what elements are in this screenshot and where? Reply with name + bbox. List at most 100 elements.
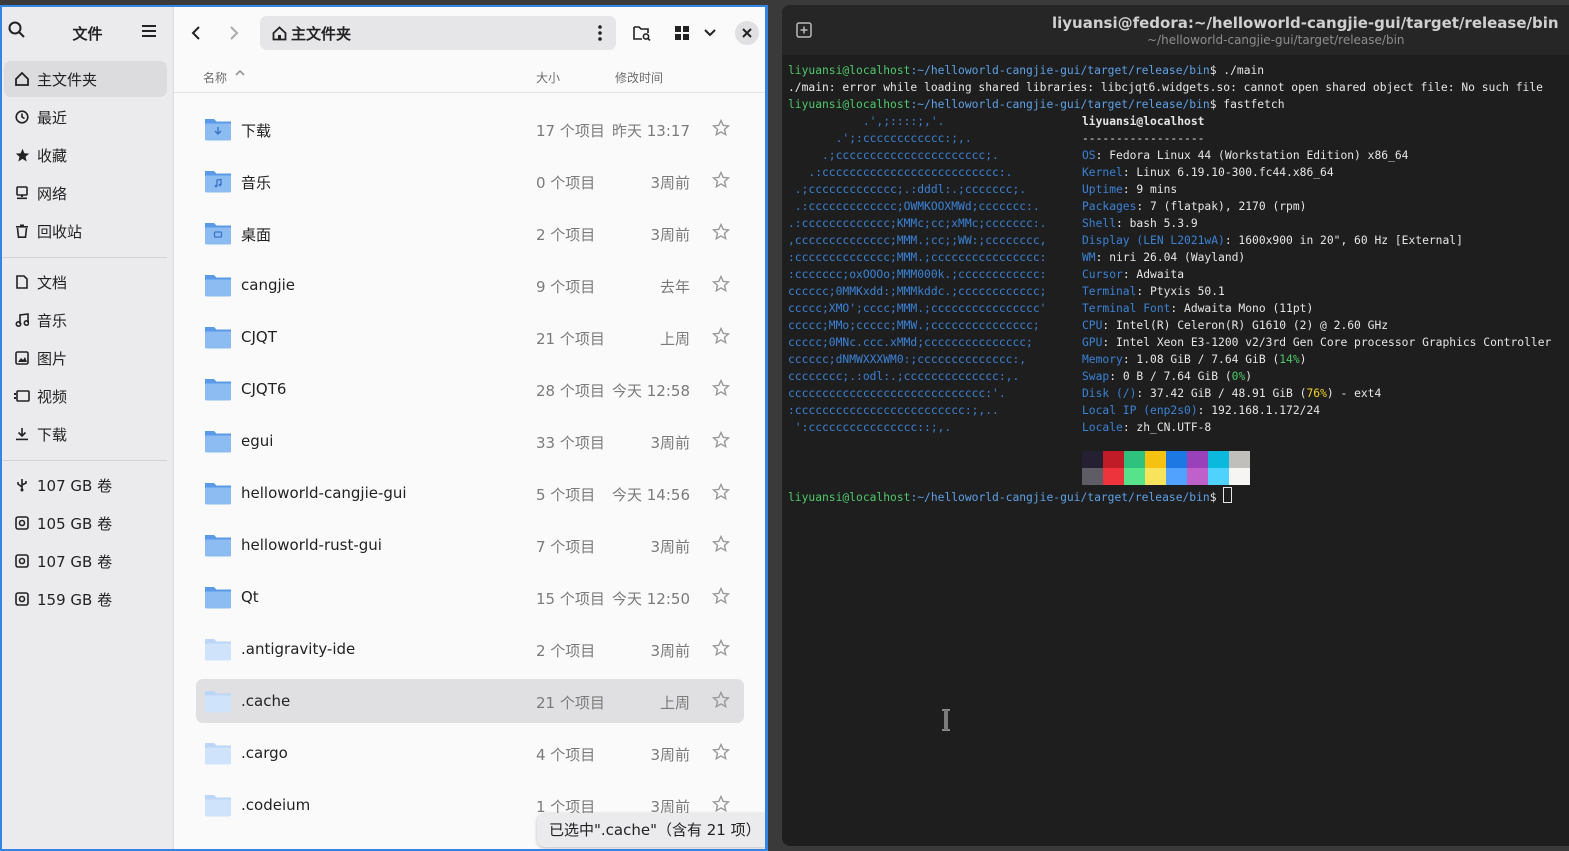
chevron-left-icon bbox=[191, 26, 200, 40]
hamburger-menu-icon[interactable] bbox=[141, 23, 157, 43]
sidebar-item-videos[interactable]: 视频 bbox=[4, 378, 167, 414]
star-toggle-icon[interactable] bbox=[711, 118, 731, 141]
folder-search-icon bbox=[633, 26, 651, 41]
ascii-logo-line: .';:cccccccccccc:;,. bbox=[788, 132, 972, 145]
star-toggle-icon[interactable] bbox=[711, 222, 731, 245]
file-name: helloworld-cangjie-gui bbox=[241, 484, 407, 502]
file-modified: 3周前 bbox=[650, 642, 690, 660]
sidebar-item-volume-4[interactable]: 159 GB 卷 bbox=[4, 581, 167, 617]
file-row[interactable]: helloworld-cangjie-gui 5 个项目 今天 14:56 bbox=[196, 471, 744, 515]
file-size: 17 个项目 bbox=[536, 122, 605, 140]
file-size: 33 个项目 bbox=[536, 434, 605, 452]
star-toggle-icon[interactable] bbox=[711, 690, 731, 713]
sidebar-item-documents[interactable]: 文档 bbox=[4, 264, 167, 300]
sidebar-item-pictures[interactable]: 图片 bbox=[4, 340, 167, 376]
star-toggle-icon[interactable] bbox=[711, 378, 731, 401]
sidebar-item-label: 文档 bbox=[37, 273, 68, 292]
file-name: egui bbox=[241, 432, 274, 450]
file-modified: 3周前 bbox=[650, 434, 690, 452]
star-toggle-icon[interactable] bbox=[711, 274, 731, 297]
column-name[interactable]: 名称 bbox=[203, 69, 227, 86]
folder-icon bbox=[204, 427, 232, 459]
star-toggle-icon[interactable] bbox=[711, 170, 731, 193]
star-toggle-icon[interactable] bbox=[711, 586, 731, 609]
file-name: CJQT6 bbox=[241, 380, 287, 398]
sidebar-item-music[interactable]: 音乐 bbox=[4, 302, 167, 338]
video-icon bbox=[12, 390, 32, 402]
ascii-logo-line: .:cccccccccccccccccccccccccc:. bbox=[788, 166, 1013, 179]
view-grid-button[interactable] bbox=[668, 19, 696, 47]
ascii-logo-line: ':cccccccccccccccc::;,. bbox=[788, 421, 952, 434]
file-row[interactable]: 下载 17 个项目 昨天 13:17 bbox=[196, 107, 744, 151]
info-value: : Intel(R) Celeron(R) G1610 (2) @ 2.60 G… bbox=[1102, 319, 1389, 332]
terminal-line[interactable]: liyuansi@localhost:~/helloworld-cangjie-… bbox=[788, 487, 1233, 506]
forward-button[interactable] bbox=[220, 19, 248, 47]
file-row[interactable]: CJQT6 28 个项目 今天 12:58 bbox=[196, 367, 744, 411]
star-toggle-icon[interactable] bbox=[711, 430, 731, 453]
star-toggle-icon[interactable] bbox=[711, 742, 731, 765]
sidebar-item-trash[interactable]: 回收站 bbox=[4, 213, 167, 249]
view-options-button[interactable] bbox=[696, 19, 724, 47]
file-row[interactable]: Qt 15 个项目 今天 12:50 bbox=[196, 575, 744, 619]
more-options-icon[interactable] bbox=[598, 25, 602, 45]
ascii-logo-line: .;ccccccccccccc;.:dddl:.;ccccccc;. bbox=[788, 183, 1027, 196]
new-tab-icon[interactable] bbox=[796, 22, 812, 42]
folder-icon bbox=[204, 791, 232, 823]
column-size[interactable]: 大小 bbox=[536, 69, 560, 86]
sidebar-item-label: 图片 bbox=[37, 349, 68, 368]
file-row[interactable]: egui 33 个项目 3周前 bbox=[196, 419, 744, 463]
path-bar[interactable]: 主文件夹 bbox=[260, 16, 616, 50]
info-percent: 76% bbox=[1306, 387, 1327, 400]
chevron-right-icon bbox=[230, 26, 239, 40]
ascii-logo-line: cccccccc;.:odl:.;cccccccccccccc:,. bbox=[788, 370, 1020, 383]
star-toggle-icon[interactable] bbox=[711, 638, 731, 661]
close-button[interactable] bbox=[735, 21, 759, 45]
fastfetch-separator: ------------------ bbox=[1082, 132, 1205, 145]
column-modified[interactable]: 修改时间 bbox=[615, 69, 663, 86]
fastfetch-disk: Disk (/): 37.42 GiB / 48.91 GiB (76%) - … bbox=[1082, 385, 1381, 402]
file-row[interactable]: helloworld-rust-gui 7 个项目 3周前 bbox=[196, 523, 744, 567]
fastfetch-info-line: Packages: 7 (flatpak), 2170 (rpm) bbox=[1082, 198, 1306, 215]
info-key: GPU bbox=[1082, 336, 1103, 349]
folder-icon bbox=[204, 583, 232, 615]
file-modified: 3周前 bbox=[650, 538, 690, 556]
file-row[interactable]: .cache 21 个项目 上周 bbox=[196, 679, 744, 723]
file-row[interactable]: .cargo 4 个项目 3周前 bbox=[196, 731, 744, 775]
sidebar-item-starred[interactable]: 收藏 bbox=[4, 137, 167, 173]
fastfetch-info-line: Cursor: Adwaita bbox=[1082, 266, 1184, 283]
file-row[interactable]: cangjie 9 个项目 去年 bbox=[196, 263, 744, 307]
sidebar-item-label: 105 GB 卷 bbox=[37, 514, 113, 533]
home-icon bbox=[272, 25, 287, 41]
info-value: : Fedora Linux 44 (Workstation Edition) … bbox=[1095, 149, 1409, 162]
ascii-logo-line: :ccccccccccccccccccccccccc:;,.. bbox=[788, 404, 999, 417]
file-row[interactable]: CJQT 21 个项目 上周 bbox=[196, 315, 744, 359]
info-value: ) bbox=[1299, 353, 1307, 366]
info-value: : Adwaita Mono (11pt) bbox=[1170, 302, 1314, 315]
sidebar-item-volume-3[interactable]: 107 GB 卷 bbox=[4, 543, 167, 579]
sidebar-item-downloads[interactable]: 下载 bbox=[4, 416, 167, 452]
palette-swatch bbox=[1208, 451, 1229, 468]
info-key: Uptime bbox=[1082, 183, 1123, 196]
image-icon bbox=[12, 351, 32, 365]
star-toggle-icon[interactable] bbox=[711, 482, 731, 505]
search-in-folder-button[interactable] bbox=[628, 19, 656, 47]
sidebar-item-volume-1[interactable]: 107 GB 卷 bbox=[4, 467, 167, 503]
info-value: : 1.08 GiB / 7.64 GiB ( bbox=[1122, 353, 1280, 366]
info-value: : 1600x900 in 20", 60 Hz [External] bbox=[1224, 234, 1463, 247]
terminal-header: liyuansi@fedora:~/helloworld-cangjie-gui… bbox=[782, 5, 1569, 55]
command-text: $ bbox=[1209, 491, 1224, 504]
star-toggle-icon[interactable] bbox=[711, 534, 731, 557]
fastfetch-local-ip: Local IP (enp2s0): 192.168.1.172/24 bbox=[1082, 402, 1320, 419]
file-name: .antigravity-ide bbox=[241, 640, 356, 658]
sidebar-item-home[interactable]: 主文件夹 bbox=[4, 61, 167, 97]
file-row[interactable]: 桌面 2 个项目 3周前 bbox=[196, 211, 744, 255]
sidebar-item-network[interactable]: 网络 bbox=[4, 175, 167, 211]
sidebar-item-volume-2[interactable]: 105 GB 卷 bbox=[4, 505, 167, 541]
file-row[interactable]: 音乐 0 个项目 3周前 bbox=[196, 159, 744, 203]
file-row[interactable]: .antigravity-ide 2 个项目 3周前 bbox=[196, 627, 744, 671]
star-toggle-icon[interactable] bbox=[711, 326, 731, 349]
file-name: helloworld-rust-gui bbox=[241, 536, 382, 554]
prompt-user: liyuansi@localhost bbox=[788, 98, 911, 111]
back-button[interactable] bbox=[182, 19, 210, 47]
sidebar-item-recent[interactable]: 最近 bbox=[4, 99, 167, 135]
